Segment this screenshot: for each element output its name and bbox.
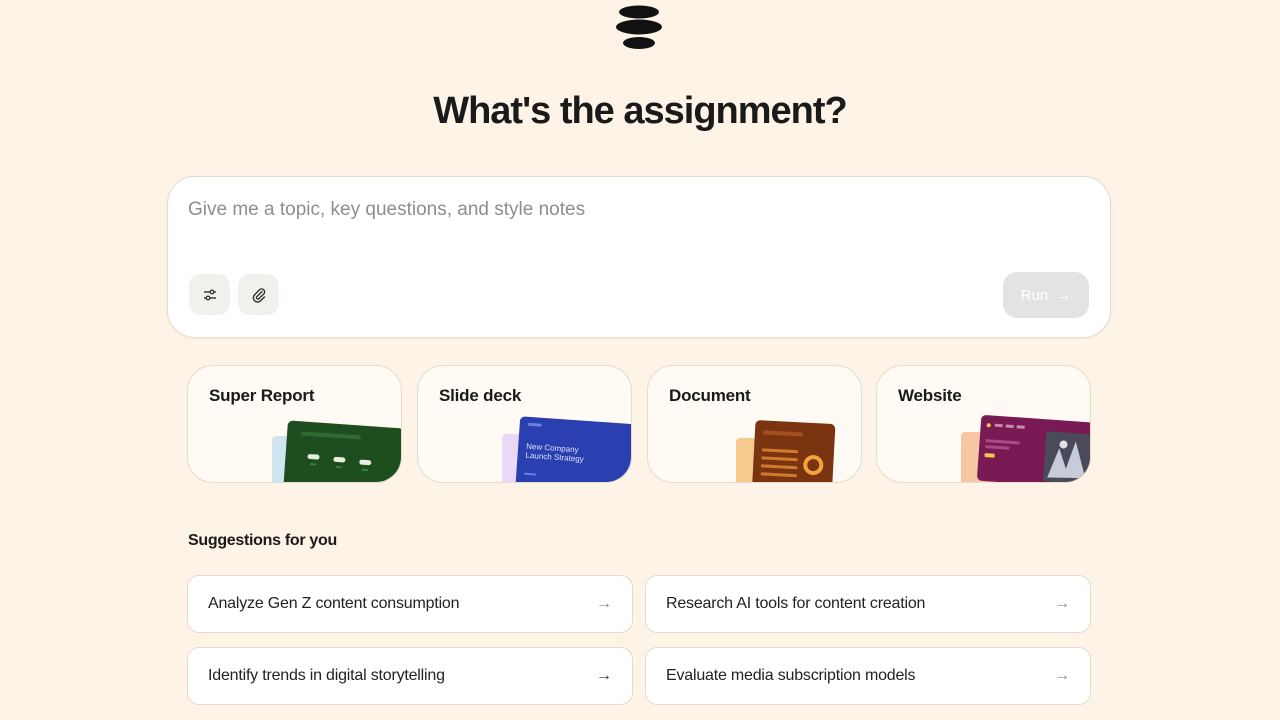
card-label: Website	[898, 386, 962, 405]
prompt-input[interactable]	[188, 195, 1068, 225]
document-preview	[736, 420, 836, 482]
suggestion-label: Research AI tools for content creation	[666, 595, 926, 612]
prompt-box: Run →	[167, 176, 1111, 338]
suggestion-item[interactable]: Evaluate media subscription models →	[645, 647, 1091, 705]
slide-deck-preview: New Company Launch Strategy	[502, 416, 631, 482]
card-label: Super Report	[209, 386, 315, 405]
website-preview	[961, 415, 1090, 482]
card-document[interactable]: Document	[647, 365, 862, 483]
run-button[interactable]: Run →	[1003, 272, 1089, 318]
suggestion-item[interactable]: Analyze Gen Z content consumption →	[187, 575, 633, 633]
super-report-preview	[272, 420, 401, 482]
arrow-right-icon: →	[1054, 595, 1070, 612]
page-title: What's the assignment?	[433, 90, 848, 132]
suggestion-label: Evaluate media subscription models	[666, 667, 916, 684]
attach-button[interactable]	[238, 274, 279, 315]
suggestion-item[interactable]: Identify trends in digital storytelling …	[187, 647, 633, 705]
card-label: Document	[669, 386, 751, 405]
suggestion-label: Identify trends in digital storytelling	[208, 667, 445, 684]
card-label: Slide deck	[439, 386, 522, 405]
suggestion-label: Analyze Gen Z content consumption	[208, 595, 460, 612]
logo-icon	[616, 5, 662, 49]
arrow-right-icon: →	[596, 667, 612, 684]
card-super-report[interactable]: Super Report	[187, 365, 402, 483]
arrow-right-icon: →	[1054, 667, 1070, 684]
arrow-right-icon: →	[596, 595, 612, 612]
arrow-right-icon: →	[1056, 286, 1072, 304]
run-label: Run	[1020, 286, 1049, 304]
card-slide-deck[interactable]: New Company Launch Strategy Slide deck	[417, 365, 632, 483]
card-website[interactable]: Website	[876, 365, 1091, 483]
settings-button[interactable]	[189, 274, 230, 315]
sliders-icon	[203, 289, 216, 300]
paperclip-icon	[252, 287, 265, 303]
suggestion-item[interactable]: Research AI tools for content creation →	[645, 575, 1091, 633]
suggestions-title: Suggestions for you	[188, 532, 337, 549]
